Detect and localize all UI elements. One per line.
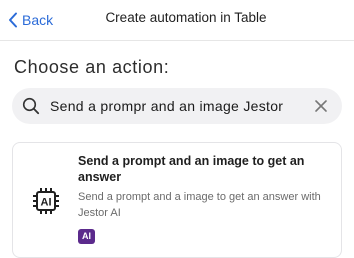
- section-title: Choose an action:: [14, 57, 170, 77]
- card-title: Send a prompt and an image to get an ans…: [78, 154, 305, 184]
- search-icon: [22, 97, 40, 115]
- search-bar: [12, 88, 342, 124]
- page-title: Create automation in Table: [105, 10, 267, 25]
- header: Back Create automation in Table: [0, 0, 354, 40]
- svg-text:AI: AI: [41, 197, 52, 209]
- search-input[interactable]: [50, 94, 302, 118]
- ai-badge: AI: [78, 229, 95, 244]
- card-description: Send a prompt and a image to get an answ…: [78, 191, 321, 219]
- ai-chip-icon: AI: [33, 188, 59, 214]
- action-result-card[interactable]: AI Send a prompt and an image to get an …: [12, 142, 342, 258]
- close-icon[interactable]: [314, 99, 328, 113]
- header-divider: [0, 40, 354, 41]
